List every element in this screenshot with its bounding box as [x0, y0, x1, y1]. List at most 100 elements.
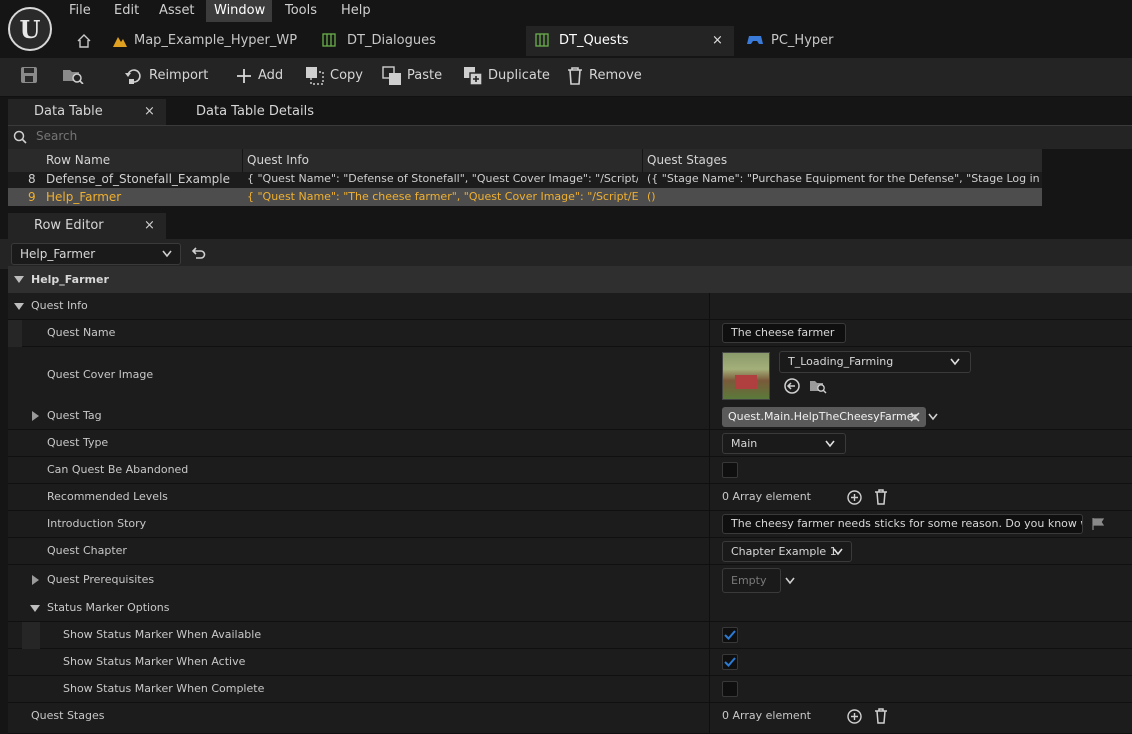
menu-file[interactable]: File — [61, 0, 99, 22]
property-row-prerequisites — [8, 565, 1132, 596]
tab-pc-hyper[interactable]: PC_Hyper — [771, 26, 833, 56]
reimport-label: Reimport — [149, 68, 209, 83]
column-divider — [242, 149, 243, 172]
quest-stages-label: Quest Stages — [31, 709, 105, 722]
row-selector-dropdown[interactable]: Help_Farmer — [11, 243, 181, 265]
collapse-arrow-icon[interactable] — [32, 411, 39, 421]
datatable-icon — [322, 33, 336, 50]
reimport-button[interactable]: Reimport — [124, 64, 208, 88]
quest-chapter-dropdown[interactable]: Chapter Example 1 — [722, 541, 852, 562]
column-header-quest-info[interactable]: Quest Info — [247, 153, 309, 167]
section-header[interactable] — [8, 266, 1132, 293]
trash-icon[interactable] — [874, 708, 888, 724]
chevron-down-icon — [833, 548, 843, 556]
property-row-quest-stages — [8, 703, 1132, 734]
browse-icon[interactable] — [62, 66, 84, 87]
cover-image-asset-dropdown[interactable]: T_Loading_Farming — [779, 351, 971, 373]
trash-icon[interactable] — [874, 489, 888, 505]
plus-icon — [237, 69, 251, 83]
cover-image-thumbnail[interactable] — [722, 352, 770, 400]
search-input[interactable] — [30, 127, 1132, 145]
recommended-levels-label: Recommended Levels — [47, 490, 168, 503]
tab-dt-quests[interactable] — [526, 26, 734, 56]
unreal-logo-icon[interactable]: U — [8, 7, 52, 51]
add-element-icon[interactable] — [847, 490, 862, 505]
row-name: Defense_of_Stonefall_Example — [46, 172, 230, 186]
show-complete-checkbox[interactable] — [722, 681, 738, 697]
quest-name-input[interactable]: The cheese farmer — [722, 323, 846, 343]
paste-label: Paste — [407, 68, 443, 83]
row-editor-tab-label: Row Editor — [34, 218, 104, 233]
row-quest-info: { "Quest Name": "Defense of Stonefall", … — [247, 172, 638, 185]
menu-tools[interactable]: Tools — [277, 0, 325, 22]
quest-tag-chip[interactable]: Quest.Main.HelpTheCheesyFarmer — [722, 407, 926, 427]
menu-asset[interactable]: Asset — [151, 0, 203, 22]
copy-label: Copy — [330, 68, 363, 83]
add-label: Add — [258, 68, 284, 83]
property-row-quest-type — [8, 430, 1132, 457]
tab-dt-quests-label: DT_Quests — [559, 33, 629, 48]
show-available-checkbox[interactable] — [722, 627, 738, 643]
row-quest-info: { "Quest Name": "The cheese farmer", "Qu… — [247, 190, 638, 203]
column-header-quest-stages[interactable]: Quest Stages — [647, 153, 727, 167]
row-quest-stages: () — [647, 190, 656, 203]
localization-flag-icon[interactable] — [1091, 517, 1105, 531]
tab-data-table-details[interactable]: Data Table Details — [196, 99, 314, 125]
remove-tag-icon[interactable] — [910, 412, 920, 422]
show-complete-label: Show Status Marker When Complete — [63, 682, 265, 695]
menu-help[interactable]: Help — [333, 0, 379, 22]
checkmark-icon — [724, 657, 736, 667]
search-icon — [13, 130, 27, 147]
trash-icon — [568, 67, 582, 85]
quest-type-label: Quest Type — [47, 436, 109, 449]
close-panel-icon[interactable]: × — [144, 99, 155, 125]
browse-asset-icon[interactable] — [809, 378, 827, 397]
remove-button[interactable]: Remove — [566, 64, 642, 88]
chevron-down-icon[interactable] — [928, 413, 938, 421]
close-panel-icon[interactable]: × — [144, 213, 155, 239]
property-row-recommended-levels — [8, 484, 1132, 511]
quest-tag-value: Quest.Main.HelpTheCheesyFarmer — [728, 410, 919, 423]
use-selected-asset-icon[interactable] — [784, 378, 800, 397]
section-title: Help_Farmer — [31, 273, 109, 286]
duplicate-label: Duplicate — [488, 68, 550, 83]
column-divider — [642, 149, 643, 172]
close-tab-icon[interactable]: × — [712, 26, 723, 56]
collapse-arrow-icon[interactable] — [32, 575, 39, 585]
expand-arrow-icon[interactable] — [14, 303, 24, 311]
quest-type-dropdown[interactable]: Main — [722, 433, 846, 454]
tab-map-example[interactable]: Map_Example_Hyper_WP — [134, 26, 297, 56]
intro-story-input[interactable]: The cheesy farmer needs sticks for some … — [722, 514, 1083, 534]
paste-icon — [382, 66, 401, 85]
copy-button[interactable]: Copy — [305, 64, 363, 88]
menu-edit[interactable]: Edit — [106, 0, 147, 22]
add-button[interactable]: Add — [235, 64, 283, 88]
row-index: 8 — [28, 172, 36, 186]
undo-icon[interactable] — [190, 247, 206, 264]
chevron-down-icon[interactable] — [785, 577, 795, 585]
status-marker-label: Status Marker Options — [47, 601, 170, 614]
menu-window[interactable]: Window — [206, 0, 272, 22]
tab-dt-dialogues[interactable]: DT_Dialogues — [347, 26, 436, 56]
duplicate-button[interactable]: Duplicate — [463, 64, 550, 88]
quest-chapter-label: Quest Chapter — [47, 544, 127, 557]
column-header-row-name[interactable]: Row Name — [46, 153, 110, 167]
property-row-status-marker — [8, 595, 1132, 622]
quest-chapter-value: Chapter Example 1 — [731, 545, 837, 558]
expand-arrow-icon[interactable] — [30, 605, 40, 613]
show-active-checkbox[interactable] — [722, 654, 738, 670]
can-abandon-checkbox[interactable] — [722, 462, 738, 478]
remove-label: Remove — [589, 68, 642, 83]
paste-button[interactable]: Paste — [382, 64, 442, 88]
row-selector-value: Help_Farmer — [20, 247, 96, 261]
property-row-quest-info — [8, 293, 1132, 320]
add-element-icon[interactable] — [847, 709, 862, 724]
column-divider[interactable] — [709, 293, 710, 733]
expand-arrow-icon[interactable] — [14, 276, 24, 284]
property-row-quest-name — [8, 320, 1132, 347]
save-icon[interactable] — [20, 66, 38, 87]
prerequisites-field[interactable]: Empty — [722, 568, 781, 593]
reimport-icon — [125, 69, 141, 84]
chevron-down-icon — [950, 358, 960, 366]
home-icon[interactable] — [76, 33, 92, 52]
